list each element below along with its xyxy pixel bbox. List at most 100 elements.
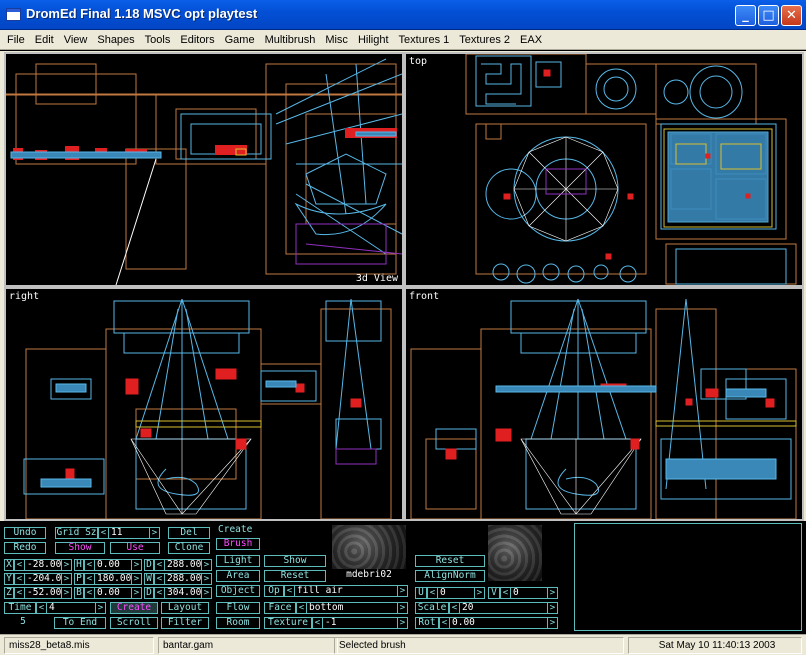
y-value[interactable]: -204.00 bbox=[24, 574, 62, 584]
x-decrement-icon[interactable]: < bbox=[15, 560, 24, 570]
reset-alignment-button[interactable]: Reset bbox=[415, 555, 485, 567]
dz-value[interactable]: 304.00 bbox=[164, 588, 202, 598]
w-value[interactable]: 288.00 bbox=[164, 574, 202, 584]
close-button[interactable]: ✕ bbox=[781, 5, 802, 26]
x-value[interactable]: -28.00 bbox=[24, 560, 62, 570]
menu-hilight[interactable]: Hilight bbox=[353, 31, 394, 49]
u-decrement-icon[interactable]: < bbox=[428, 588, 437, 598]
brush-type-button[interactable]: Brush bbox=[216, 538, 260, 550]
v-field[interactable]: < 0 > bbox=[500, 587, 558, 599]
filter-button[interactable]: Filter bbox=[161, 617, 209, 629]
time-field[interactable]: < 4 > bbox=[36, 602, 106, 614]
grid-size-field[interactable]: < 11 > bbox=[98, 527, 160, 539]
u-value[interactable]: 0 bbox=[437, 588, 475, 598]
menu-view[interactable]: View bbox=[59, 31, 93, 49]
rot-increment-icon[interactable]: > bbox=[548, 618, 557, 628]
z-value[interactable]: -52.00 bbox=[24, 588, 62, 598]
use-button[interactable]: Use bbox=[110, 542, 160, 554]
u-field[interactable]: < 0 > bbox=[427, 587, 485, 599]
d-field[interactable]: < 288.00 > bbox=[154, 559, 212, 571]
z-field[interactable]: < -52.00 > bbox=[14, 587, 72, 599]
maximize-button[interactable]: □ bbox=[758, 5, 779, 26]
rot-decrement-icon[interactable]: < bbox=[440, 618, 449, 628]
layout-button[interactable]: Layout bbox=[161, 602, 209, 614]
v-decrement-icon[interactable]: < bbox=[501, 588, 510, 598]
menu-editors[interactable]: Editors bbox=[175, 31, 219, 49]
scale-decrement-icon[interactable]: < bbox=[450, 603, 459, 613]
x-field[interactable]: < -28.00 > bbox=[14, 559, 72, 571]
b-value[interactable]: 0.00 bbox=[94, 588, 132, 598]
p-increment-icon[interactable]: > bbox=[132, 574, 141, 584]
op-value[interactable]: fill air bbox=[294, 586, 398, 596]
show-texture-button[interactable]: Show bbox=[264, 555, 326, 567]
flow-button[interactable]: Flow bbox=[216, 602, 260, 614]
w-decrement-icon[interactable]: < bbox=[155, 574, 164, 584]
to-end-button[interactable]: To End bbox=[54, 617, 106, 629]
h-value[interactable]: 0.00 bbox=[94, 560, 132, 570]
menu-multibrush[interactable]: Multibrush bbox=[260, 31, 321, 49]
align-norm-button[interactable]: AlignNorm bbox=[415, 570, 485, 582]
texture-decrement-icon[interactable]: < bbox=[313, 618, 322, 628]
v-value[interactable]: 0 bbox=[510, 588, 548, 598]
w-increment-icon[interactable]: > bbox=[202, 574, 211, 584]
menu-textures-2[interactable]: Textures 2 bbox=[454, 31, 515, 49]
clone-button[interactable]: Clone bbox=[168, 542, 210, 554]
face-decrement-icon[interactable]: < bbox=[297, 603, 306, 613]
dz-increment-icon[interactable]: > bbox=[202, 588, 211, 598]
h-increment-icon[interactable]: > bbox=[132, 560, 141, 570]
room-button[interactable]: Room bbox=[216, 617, 260, 629]
reset-button[interactable]: Reset bbox=[264, 570, 326, 582]
menu-eax[interactable]: EAX bbox=[515, 31, 547, 49]
v-increment-icon[interactable]: > bbox=[548, 588, 557, 598]
d-value[interactable]: 288.00 bbox=[164, 560, 202, 570]
u-increment-icon[interactable]: > bbox=[475, 588, 484, 598]
rot-field[interactable]: < 0.00 > bbox=[439, 617, 558, 629]
b-field[interactable]: < 0.00 > bbox=[84, 587, 142, 599]
rot-value[interactable]: 0.00 bbox=[449, 618, 548, 628]
viewport-front[interactable]: front bbox=[404, 287, 804, 521]
d-decrement-icon[interactable]: < bbox=[155, 560, 164, 570]
p-value[interactable]: 180.00 bbox=[94, 574, 132, 584]
dz-field[interactable]: < 304.00 > bbox=[154, 587, 212, 599]
y-field[interactable]: < -204.00 > bbox=[14, 573, 72, 585]
op-field[interactable]: < fill air > bbox=[284, 585, 408, 597]
z-decrement-icon[interactable]: < bbox=[15, 588, 24, 598]
redo-button[interactable]: Redo bbox=[4, 542, 46, 554]
texture-field[interactable]: < -1 > bbox=[312, 617, 408, 629]
create-button[interactable]: Create bbox=[110, 602, 158, 614]
menu-misc[interactable]: Misc bbox=[320, 31, 353, 49]
b-decrement-icon[interactable]: < bbox=[85, 588, 94, 598]
face-increment-icon[interactable]: > bbox=[398, 603, 407, 613]
y-increment-icon[interactable]: > bbox=[62, 574, 71, 584]
p-decrement-icon[interactable]: < bbox=[85, 574, 94, 584]
texture-value[interactable]: -1 bbox=[322, 618, 398, 628]
title-bar[interactable]: DromEd Final 1.18 MSVC opt playtest _ □ … bbox=[0, 0, 806, 30]
face-value[interactable]: bottom bbox=[306, 603, 398, 613]
menu-tools[interactable]: Tools bbox=[140, 31, 176, 49]
area-button[interactable]: Area bbox=[216, 570, 260, 582]
time-decrement-icon[interactable]: < bbox=[37, 603, 46, 613]
d-increment-icon[interactable]: > bbox=[202, 560, 211, 570]
y-decrement-icon[interactable]: < bbox=[15, 574, 24, 584]
show-button[interactable]: Show bbox=[55, 542, 105, 554]
grid-size-decrement-icon[interactable]: < bbox=[99, 528, 108, 538]
time-increment-icon[interactable]: > bbox=[96, 603, 105, 613]
face-field[interactable]: < bottom > bbox=[296, 602, 408, 614]
menu-game[interactable]: Game bbox=[220, 31, 260, 49]
scroll-button[interactable]: Scroll bbox=[110, 617, 158, 629]
dz-decrement-icon[interactable]: < bbox=[155, 588, 164, 598]
menu-file[interactable]: File bbox=[2, 31, 30, 49]
grid-size-value[interactable]: 11 bbox=[108, 528, 150, 538]
viewport-3d[interactable]: 3d View bbox=[4, 52, 404, 287]
x-increment-icon[interactable]: > bbox=[62, 560, 71, 570]
b-increment-icon[interactable]: > bbox=[132, 588, 141, 598]
texture-increment-icon[interactable]: > bbox=[398, 618, 407, 628]
h-field[interactable]: < 0.00 > bbox=[84, 559, 142, 571]
menu-edit[interactable]: Edit bbox=[30, 31, 59, 49]
scale-value[interactable]: 20 bbox=[459, 603, 548, 613]
delete-button[interactable]: Del bbox=[168, 527, 210, 539]
scale-field[interactable]: < 20 > bbox=[449, 602, 558, 614]
light-button[interactable]: Light bbox=[216, 555, 260, 567]
object-button[interactable]: Object bbox=[216, 585, 260, 597]
minimize-button[interactable]: _ bbox=[735, 5, 756, 26]
